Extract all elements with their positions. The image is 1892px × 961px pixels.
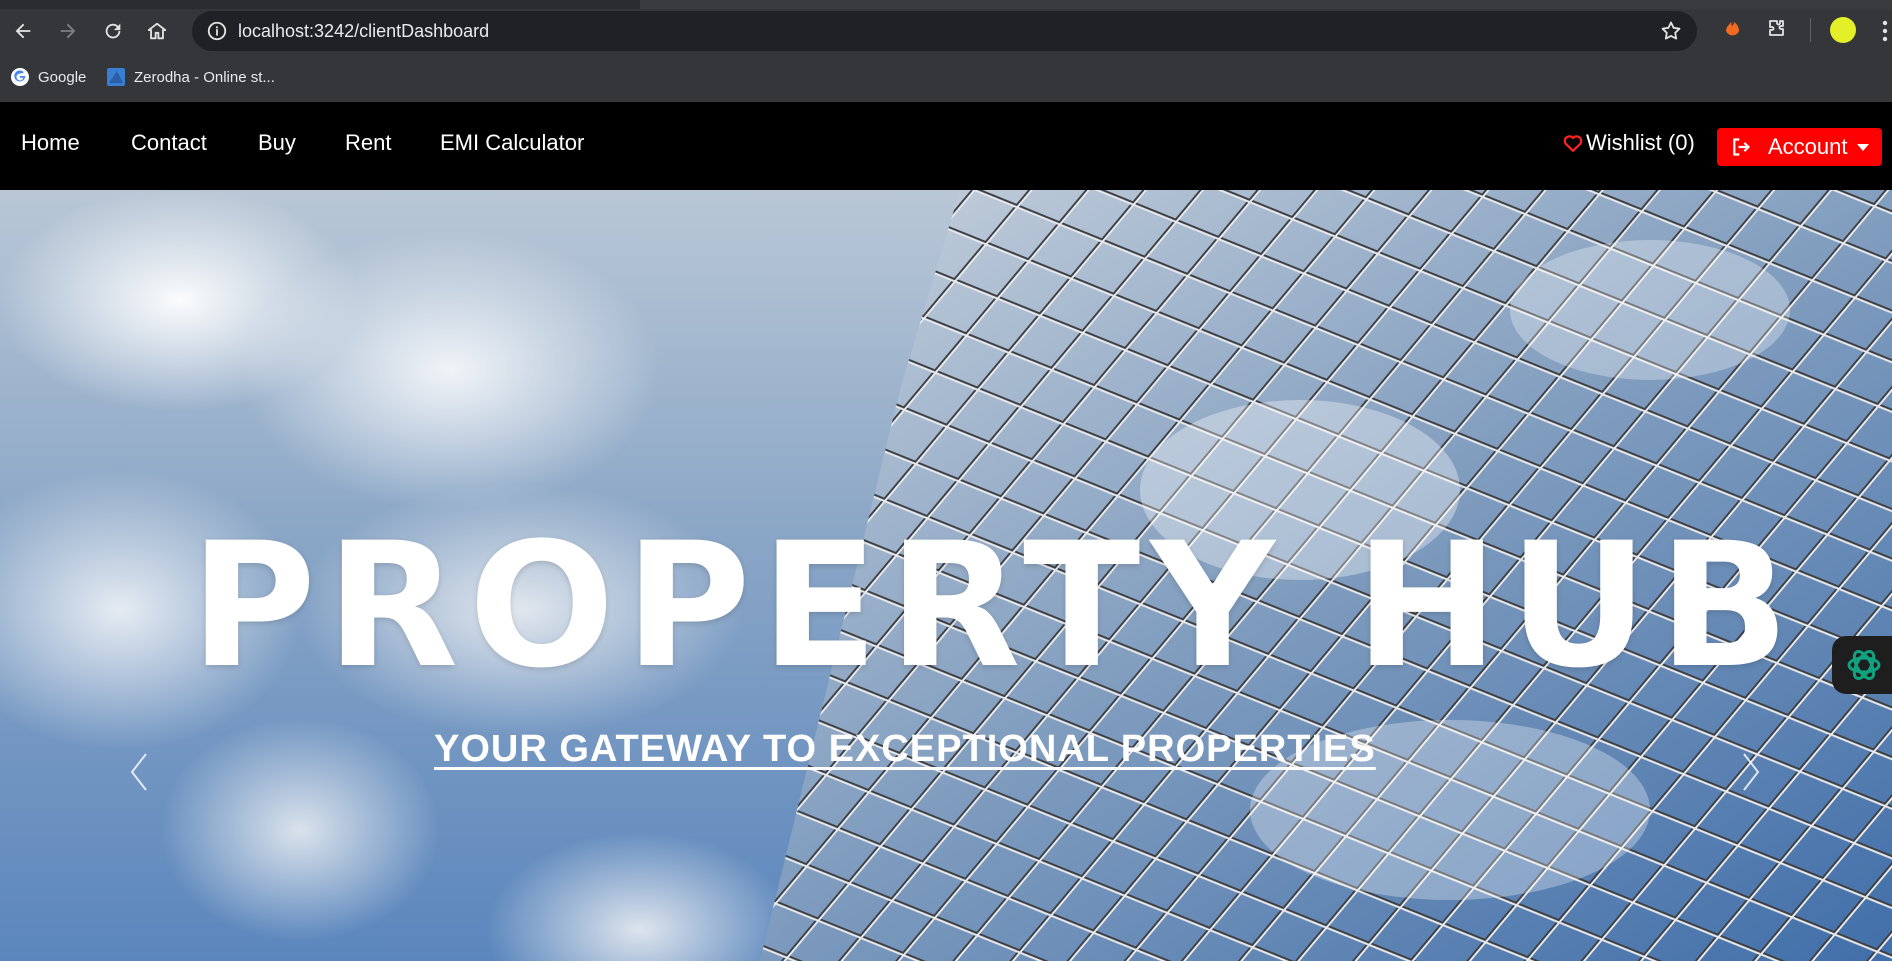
browser-toolbar: localhost:3242/clientDashboard Google Ze… bbox=[0, 0, 1892, 102]
wishlist-link[interactable]: Wishlist (0) bbox=[1562, 130, 1695, 156]
nav-emi-calculator-link[interactable]: EMI Calculator bbox=[440, 130, 584, 156]
bookmarks-bar: Google Zerodha - Online st... bbox=[0, 62, 1892, 92]
bookmark-label: Zerodha - Online st... bbox=[134, 68, 275, 86]
address-bar[interactable]: localhost:3242/clientDashboard bbox=[192, 11, 1697, 51]
site-navbar: Home Contact Buy Rent EMI Calculator Wis… bbox=[0, 102, 1892, 190]
url-text[interactable]: localhost:3242/clientDashboard bbox=[238, 21, 489, 42]
nav-home-link[interactable]: Home bbox=[21, 130, 80, 156]
extensions-puzzle-icon[interactable] bbox=[1762, 14, 1792, 44]
carousel-prev-icon[interactable] bbox=[124, 750, 154, 794]
nav-contact-link[interactable]: Contact bbox=[131, 130, 207, 156]
bookmark-label: Google bbox=[38, 68, 87, 86]
chatgpt-assistant-button[interactable] bbox=[1832, 636, 1892, 694]
menu-kebab-icon[interactable] bbox=[1878, 18, 1892, 44]
home-icon[interactable] bbox=[140, 14, 174, 48]
zerodha-icon bbox=[106, 67, 126, 87]
account-dropdown-button[interactable]: Account bbox=[1717, 128, 1882, 166]
heart-icon bbox=[1563, 135, 1583, 152]
active-tab[interactable] bbox=[640, 0, 1892, 9]
chatgpt-icon bbox=[1847, 650, 1881, 680]
hero-subtitle: YOUR GATEWAY TO EXCEPTIONAL PROPERTIES bbox=[434, 728, 1376, 770]
profile-avatar[interactable] bbox=[1830, 17, 1856, 43]
carousel-next-icon[interactable] bbox=[1736, 750, 1766, 794]
toolbar-divider bbox=[1810, 18, 1811, 42]
google-icon bbox=[10, 67, 30, 87]
nav-buy-link[interactable]: Buy bbox=[258, 130, 296, 156]
bookmark-zerodha[interactable]: Zerodha - Online st... bbox=[106, 62, 275, 92]
bookmark-star-icon[interactable] bbox=[1659, 19, 1683, 43]
site-info-icon[interactable] bbox=[206, 20, 228, 42]
forward-icon[interactable] bbox=[51, 14, 85, 48]
hero-title: PROPERTY HUB bbox=[190, 505, 1800, 706]
extension-orange-icon[interactable] bbox=[1717, 14, 1747, 44]
logout-icon bbox=[1733, 138, 1751, 156]
account-label: Account bbox=[1768, 134, 1848, 159]
wishlist-label: Wishlist (0) bbox=[1586, 130, 1695, 155]
nav-rent-link[interactable]: Rent bbox=[345, 130, 391, 156]
hero-carousel: PROPERTY HUB YOUR GATEWAY TO EXCEPTIONAL… bbox=[0, 190, 1892, 961]
reload-icon[interactable] bbox=[96, 14, 130, 48]
caret-down-icon bbox=[1857, 144, 1869, 151]
bookmark-google[interactable]: Google bbox=[10, 62, 86, 92]
back-icon[interactable] bbox=[6, 14, 40, 48]
tab-strip bbox=[0, 0, 1892, 9]
